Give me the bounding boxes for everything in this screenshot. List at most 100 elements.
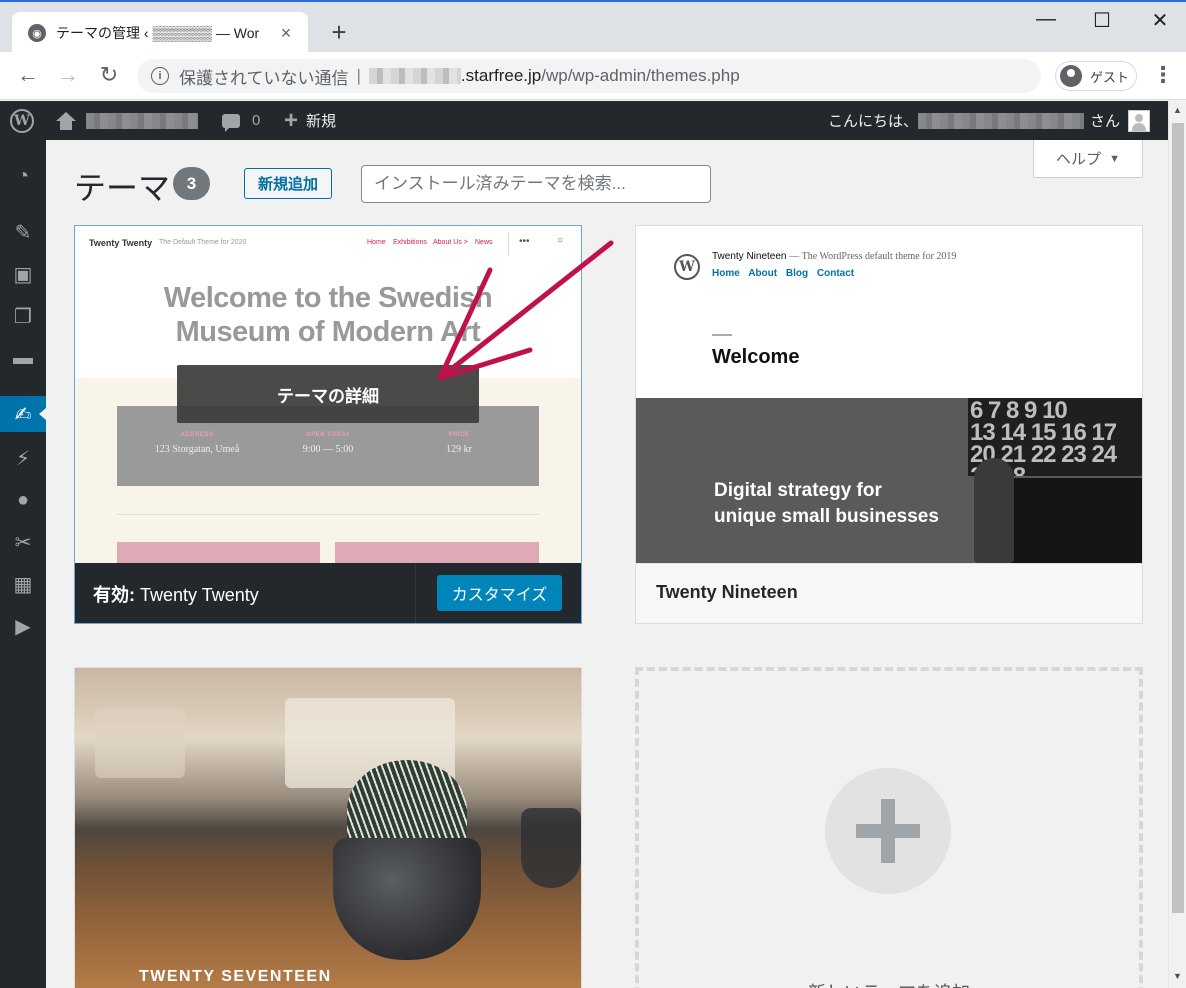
pages-icon[interactable]: ❐ xyxy=(0,298,46,334)
preview-nav-item: About Us > xyxy=(433,239,468,246)
scroll-thumb[interactable] xyxy=(1172,123,1184,913)
separator: | xyxy=(356,66,361,85)
wordpress-logo-icon: W xyxy=(10,108,34,133)
preview-desc: The Default Theme for 2020 xyxy=(159,239,247,246)
theme-screenshot[interactable]: TWENTY SEVENTEEN xyxy=(75,668,581,988)
users-icon[interactable]: ● xyxy=(0,482,46,518)
footer-divider xyxy=(415,563,416,623)
price-value: 129 kr xyxy=(446,444,472,455)
preview-nav: Home About Blog Contact xyxy=(712,268,860,279)
info-icon[interactable]: i xyxy=(151,67,169,85)
hours-block: OPEN TODAY 9:00 — 5:00 xyxy=(258,432,398,455)
posts-pin-icon[interactable]: ✎ xyxy=(0,214,46,250)
wp-logo-menu[interactable]: W xyxy=(10,101,34,140)
browser-menu-icon[interactable]: ⋮ xyxy=(1152,62,1174,88)
close-window-button[interactable]: ✕ xyxy=(1140,8,1180,33)
theme-card-twentynineteen[interactable]: W Twenty Nineteen — The WordPress defaul… xyxy=(635,225,1143,624)
add-new-theme-card[interactable]: 新しいテーマを追加 xyxy=(635,667,1143,988)
preview-nav-item: Home xyxy=(367,239,386,246)
redacted-site-name xyxy=(86,112,198,129)
close-tab-icon[interactable]: × xyxy=(276,23,296,44)
active-prefix: 有効: xyxy=(93,585,135,605)
hero-copy-line: Digital strategy for xyxy=(714,480,882,501)
preview-divider xyxy=(508,232,509,256)
settings-icon[interactable]: ▦ xyxy=(0,566,46,602)
comments-menu[interactable]: 0 xyxy=(222,101,260,140)
comments-icon[interactable]: ▬ xyxy=(0,340,46,376)
hero-line: Welcome to the Swedish xyxy=(163,282,493,314)
preview-nav-item: News xyxy=(475,239,493,246)
profile-button[interactable]: ゲスト xyxy=(1055,61,1137,91)
price-label: PRICE xyxy=(448,432,470,438)
theme-search-input[interactable] xyxy=(361,165,711,203)
theme-screenshot[interactable]: W Twenty Nineteen — The WordPress defaul… xyxy=(636,226,1142,564)
more-icon: ••• xyxy=(519,236,530,247)
globe-icon: ◉ xyxy=(28,24,46,42)
new-content-label: 新規 xyxy=(306,113,337,130)
browser-tabbar: ◉ テーマの管理 ‹ ▒▒▒▒▒▒ — Wor × + — ☐ ✕ xyxy=(0,0,1186,54)
profile-label: ゲスト xyxy=(1090,69,1130,85)
preview-nav-item: Blog xyxy=(785,268,809,279)
new-content-menu[interactable]: + 新規 xyxy=(284,101,336,140)
theme-card-twentytwenty[interactable]: Twenty Twenty The Default Theme for 2020… xyxy=(74,225,582,624)
preview-pink-block xyxy=(335,542,539,564)
preview-theme-label: TWENTY SEVENTEEN xyxy=(139,968,332,985)
comments-count: 0 xyxy=(252,112,261,129)
new-tab-button[interactable]: + xyxy=(326,19,352,46)
tools-wrench-icon[interactable]: ✂ xyxy=(0,524,46,560)
preview-nav-item: About xyxy=(748,268,778,279)
scroll-up-icon[interactable]: ▲ xyxy=(1173,105,1182,115)
theme-screenshot[interactable]: Twenty Twenty The Default Theme for 2020… xyxy=(75,226,581,564)
search-icon: ○ xyxy=(557,235,564,246)
preview-plant xyxy=(974,458,1014,563)
my-account-menu[interactable]: こんにちは、 さん xyxy=(828,101,1151,140)
hours-value: 9:00 — 5:00 xyxy=(302,444,354,455)
play-icon[interactable]: ▶ xyxy=(0,608,46,644)
comment-icon xyxy=(222,113,240,132)
theme-card-footer: Twenty Nineteen xyxy=(636,563,1142,623)
address-bar[interactable]: i 保護されていない通信 | .starfree.jp /wp/wp-admin… xyxy=(137,59,1041,93)
dashboard-icon[interactable]: ◔ xyxy=(0,158,46,194)
site-name-menu[interactable] xyxy=(56,101,198,140)
add-new-button[interactable]: 新規追加 xyxy=(244,168,332,199)
preview-pink-block xyxy=(117,542,320,564)
preview-hero: Welcome to the Swedish Museum of Modern … xyxy=(75,281,581,349)
avatar xyxy=(1128,109,1151,132)
browser-tab[interactable]: ◉ テーマの管理 ‹ ▒▒▒▒▒▒ — Wor × xyxy=(12,12,308,54)
url-host: .starfree.jp xyxy=(460,66,542,85)
address-label: ADDRESS xyxy=(180,432,214,438)
greeting-suffix: さん xyxy=(1090,113,1121,130)
active-theme-name: 有効: Twenty Twenty xyxy=(93,581,259,607)
theme-card-twentyseventeen[interactable]: TWENTY SEVENTEEN xyxy=(74,667,582,988)
theme-name: Twenty Twenty xyxy=(140,585,259,605)
back-button[interactable]: ← xyxy=(14,62,42,88)
preview-site-name: Twenty Nineteen xyxy=(712,251,787,262)
preview-header: Twenty Twenty The Default Theme for 2020… xyxy=(75,226,581,262)
appearance-brush-icon[interactable]: ✍ xyxy=(0,396,46,432)
maximize-button[interactable]: ☐ xyxy=(1082,8,1122,33)
media-icon[interactable]: ▣ xyxy=(0,256,46,292)
add-new-theme-label: 新しいテーマを追加 xyxy=(639,979,1139,988)
help-label: ヘルプ xyxy=(1056,151,1102,168)
preview-pot-background xyxy=(521,808,581,888)
browser-toolbar: ← → ↻ i 保護されていない通信 | .starfree.jp /wp/wp… xyxy=(0,52,1186,100)
redacted-subdomain xyxy=(368,68,461,84)
preview-plant-pot xyxy=(333,838,481,960)
theme-name: Twenty Nineteen xyxy=(656,582,798,602)
help-tab-button[interactable]: ヘルプ ▼ xyxy=(1033,140,1143,178)
plugins-icon[interactable]: ⚡ xyxy=(0,440,46,476)
scroll-down-icon[interactable]: ▼ xyxy=(1173,971,1182,981)
reload-button[interactable]: ↻ xyxy=(95,62,123,88)
forward-button[interactable]: → xyxy=(54,62,82,88)
address-value: 123 Storgatan, Umeå xyxy=(154,444,240,455)
minimize-button[interactable]: — xyxy=(1026,8,1066,31)
page-scrollbar[interactable]: ▲ ▼ xyxy=(1168,101,1186,988)
preview-monitor xyxy=(1004,478,1142,563)
wp-admin-sidebar: ◔ ✎ ▣ ❐ ▬ ✍ ⚡ ● ✂ ▦ ▶ xyxy=(0,140,46,988)
customize-button[interactable]: カスタマイズ xyxy=(437,575,562,611)
plus-icon: + xyxy=(284,106,299,134)
preview-nav-item: Contact xyxy=(816,268,855,279)
tab-title: テーマの管理 ‹ ▒▒▒▒▒▒ — Wor xyxy=(56,25,260,41)
preview-divider-line xyxy=(117,514,539,515)
theme-details-button[interactable]: テーマの詳細 xyxy=(177,365,479,423)
